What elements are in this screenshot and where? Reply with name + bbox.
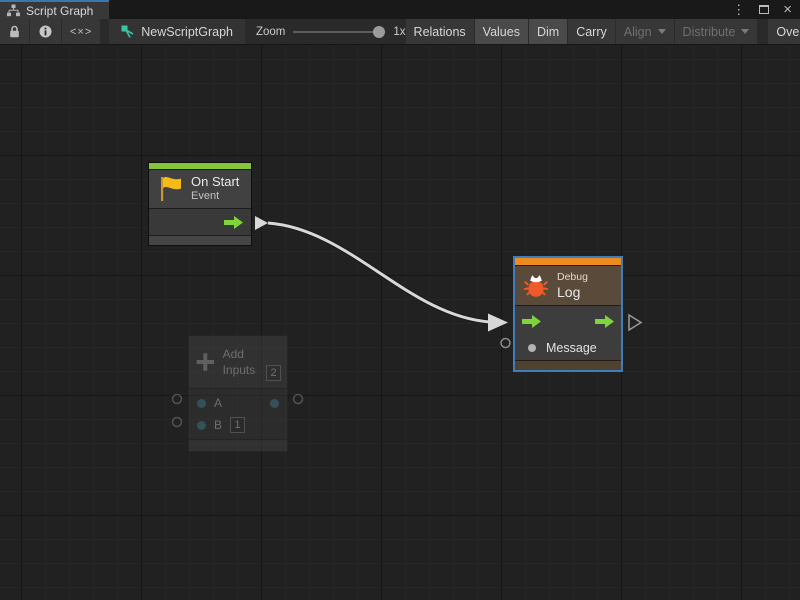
zoom-label: Zoom: [256, 26, 285, 38]
plus-icon: [195, 349, 216, 375]
toolbar-right-group: Relations Values Dim Carry Align Distrib…: [406, 19, 800, 45]
graph-name-button[interactable]: NewScriptGraph: [109, 19, 246, 45]
on-start-footer: [149, 235, 251, 245]
debug-log-flow-row: [515, 306, 621, 337]
maximize-box: [759, 5, 769, 14]
distribute-label: Distribute: [683, 25, 736, 39]
code-icon: <×>: [70, 26, 92, 38]
add-inputs-body: A B 1: [189, 388, 287, 439]
ghost-output-socket[interactable]: [294, 395, 303, 404]
debug-log-footer: [515, 360, 621, 370]
port-b-icon[interactable]: [197, 421, 206, 430]
dim-label: Dim: [537, 25, 559, 39]
dropdown-caret-icon: [741, 29, 749, 34]
add-inputs-row-b: B 1: [189, 414, 287, 436]
log-output-socket[interactable]: [629, 315, 641, 330]
align-label: Align: [624, 25, 652, 39]
relations-button[interactable]: Relations: [406, 19, 475, 45]
debug-log-title: Log: [557, 284, 588, 300]
node-debug-log[interactable]: Debug Log Message: [513, 256, 623, 372]
zoom-slider[interactable]: [293, 26, 385, 38]
flow-output-arrow-icon[interactable]: [224, 216, 243, 229]
info-icon: [39, 25, 52, 38]
values-button[interactable]: Values: [475, 19, 529, 45]
debug-log-message-row: Message: [515, 337, 621, 360]
zoom-slider-track: [293, 31, 385, 33]
overview-label: Overview: [776, 25, 800, 39]
debug-log-category: Debug: [557, 271, 588, 284]
tab-title: Script Graph: [26, 4, 93, 18]
relations-label: Relations: [414, 25, 466, 39]
lock-button[interactable]: [0, 19, 30, 45]
maximize-icon[interactable]: [759, 1, 769, 19]
row-b-value-field[interactable]: 1: [230, 417, 245, 433]
info-button[interactable]: [30, 19, 62, 45]
debug-log-body: Message: [515, 305, 621, 360]
port-a-icon[interactable]: [197, 399, 206, 408]
debug-log-accent-strip: [515, 258, 621, 265]
ghost-input-socket-b[interactable]: [173, 418, 182, 427]
window-controls: ⋮ ×: [732, 0, 800, 19]
on-start-subtitle: Event: [191, 190, 239, 203]
row-a-label: A: [214, 396, 222, 410]
toolbar-gap: [758, 19, 768, 45]
tab-bar: Script Graph ⋮ ×: [0, 0, 800, 19]
wire-destination-arrow[interactable]: [488, 314, 508, 332]
ghost-input-socket-a[interactable]: [173, 395, 182, 404]
row-b-label: B: [214, 418, 222, 432]
dropdown-caret-icon: [658, 29, 666, 34]
flag-icon: [157, 175, 183, 203]
add-inputs-footer: [189, 439, 287, 451]
on-start-header: On Start Event: [149, 169, 251, 208]
node-add-inputs-ghost[interactable]: Add Inputs 2 A B 1: [188, 335, 288, 452]
flow-input-arrow-icon[interactable]: [522, 315, 541, 328]
graph-asset-icon: [121, 25, 135, 39]
message-port-icon[interactable]: [528, 344, 536, 352]
hierarchy-icon: [7, 4, 20, 17]
lock-icon: [9, 25, 20, 38]
script-graph-window: Script Graph ⋮ × <×>: [0, 0, 800, 600]
connections-overlay: [0, 45, 800, 600]
add-inputs-count-field[interactable]: 2: [266, 365, 281, 381]
carry-label: Carry: [576, 25, 607, 39]
values-label: Values: [483, 25, 520, 39]
on-start-titles: On Start Event: [191, 175, 239, 203]
zoom-slider-handle[interactable]: [373, 26, 385, 38]
wire-source-arrow[interactable]: [255, 216, 268, 230]
flow-output-arrow-icon[interactable]: [595, 315, 614, 328]
dim-button[interactable]: Dim: [529, 19, 568, 45]
code-view-button[interactable]: <×>: [62, 19, 101, 45]
connection-wire[interactable]: [268, 223, 490, 322]
debug-log-header: Debug Log: [515, 265, 621, 305]
graph-toolbar: <×> NewScriptGraph Zoom 1x Relations Val…: [0, 19, 800, 45]
add-inputs-row-a: A: [189, 392, 287, 414]
on-start-title: On Start: [191, 175, 239, 190]
distribute-dropdown[interactable]: Distribute: [675, 19, 759, 45]
align-dropdown[interactable]: Align: [616, 19, 675, 45]
on-start-body: [149, 208, 251, 235]
add-inputs-header: Add Inputs 2: [189, 336, 287, 388]
bug-icon: [523, 272, 549, 298]
menu-icon[interactable]: ⋮: [732, 3, 745, 16]
debug-log-titles: Debug Log: [557, 271, 588, 300]
tab-script-graph[interactable]: Script Graph: [0, 0, 109, 19]
zoom-value: 1x: [393, 26, 405, 38]
message-label: Message: [546, 341, 597, 355]
graph-name: NewScriptGraph: [141, 25, 233, 39]
add-inputs-title: Add Inputs: [223, 346, 259, 378]
overview-button[interactable]: Overview: [768, 19, 800, 45]
carry-button[interactable]: Carry: [568, 19, 616, 45]
node-on-start[interactable]: On Start Event: [148, 162, 252, 246]
port-out-icon[interactable]: [270, 399, 279, 408]
close-icon[interactable]: ×: [783, 2, 792, 17]
zoom-control: Zoom 1x: [256, 26, 406, 38]
graph-canvas[interactable]: On Start Event Debug: [0, 45, 800, 600]
message-input-socket[interactable]: [501, 339, 510, 348]
